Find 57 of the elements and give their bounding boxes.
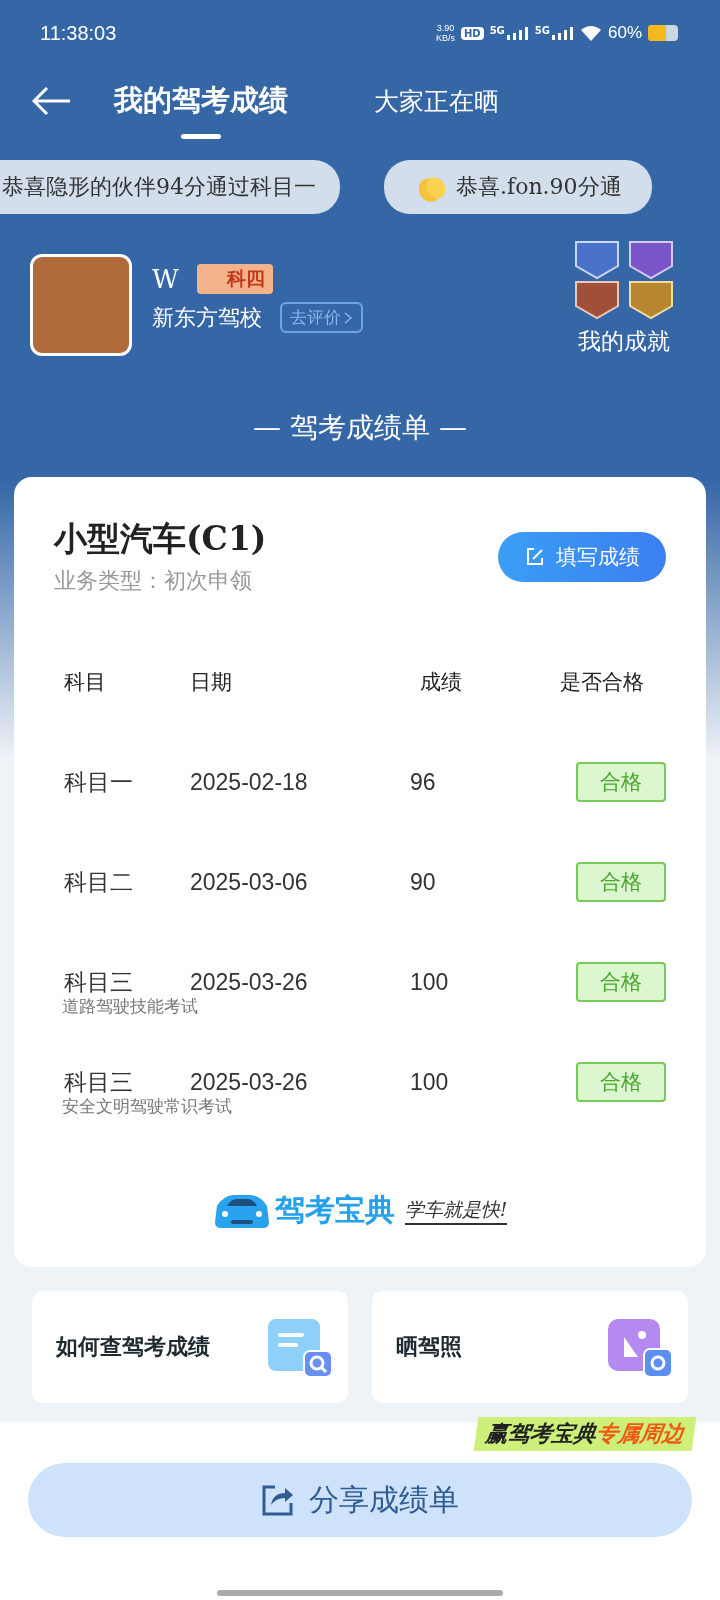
back-arrow-icon[interactable] [32, 86, 72, 116]
achievement-badges-icon[interactable] [572, 238, 676, 322]
brand-name: 驾考宝典 [274, 1191, 395, 1229]
exam-date: 2025-03-06 [190, 868, 309, 896]
column-header: 日期 [190, 669, 233, 696]
hd-badge: HD [460, 26, 484, 40]
shortcut-card[interactable]: 晒驾照 [372, 1291, 688, 1403]
school-name: 新东方驾校 [152, 303, 262, 332]
subject-name: 科目三 [64, 968, 133, 995]
fill-scores-button[interactable]: 填写成绩 [498, 531, 666, 582]
result-tag: 合格 [576, 1062, 666, 1102]
congrats-pill: 恭喜.fon.90分通 [384, 160, 652, 214]
achievements-label[interactable]: 我的成就 [578, 326, 670, 357]
exam-date: 2025-02-18 [190, 768, 309, 796]
battery-percent: 60% [607, 23, 642, 43]
exam-score: 100 [410, 1068, 450, 1096]
status-time: 11:38:03 [40, 21, 117, 45]
result-tag: 合格 [576, 962, 666, 1002]
subject-name: 科目三 [64, 1068, 133, 1095]
result-tag: 合格 [576, 862, 666, 902]
chevron-right-icon [343, 310, 353, 325]
vehicle-type: 小型汽车(C1) [54, 518, 267, 560]
avatar-placeholder[interactable] [30, 254, 132, 356]
user-name: W [152, 264, 179, 294]
wifi-icon [579, 25, 602, 41]
tab[interactable]: 大家正在晒 [374, 66, 499, 136]
tab[interactable]: 我的驾考成绩 [114, 63, 288, 139]
business-type: 业务类型：初次申领 [54, 567, 253, 595]
network-speed: 3.90 KB/s [435, 23, 455, 43]
exam-date: 2025-03-26 [190, 1068, 309, 1096]
subject-note: 道路驾驶技能考试 [62, 994, 198, 1018]
column-header: 成绩 [419, 669, 463, 696]
network-type: 5G [534, 25, 550, 36]
share-icon [261, 1483, 295, 1517]
column-header: 是否合格 [559, 669, 645, 696]
exam-score: 96 [410, 768, 437, 796]
subject-name: 科目一 [64, 768, 133, 795]
shortcut-card[interactable]: 如何查驾考成绩 [32, 1291, 348, 1403]
exam-score: 90 [410, 868, 437, 896]
subject-name: 科目二 [64, 868, 133, 895]
signal-icon [506, 26, 529, 40]
column-header: 科目 [63, 669, 107, 696]
exam-score: 100 [410, 968, 450, 996]
shortcut-label: 如何查驾考成绩 [56, 1333, 210, 1361]
congrats-pill: 恭喜隐形的伙伴94分通过科目一 [0, 160, 340, 214]
subject-note: 安全文明驾驶常识考试 [62, 1094, 232, 1118]
edit-icon [524, 545, 546, 568]
share-button[interactable]: 分享成绩单 [28, 1463, 692, 1537]
exam-date: 2025-03-26 [190, 968, 309, 996]
network-type: 5G [489, 25, 505, 36]
level-badge: 科四 [196, 264, 273, 294]
shortcut-label: 晒驾照 [396, 1333, 462, 1361]
brand-slogan: 学车就是快! [404, 1196, 508, 1225]
section-title: — 驾考成绩单 — [252, 410, 468, 446]
result-tag: 合格 [576, 762, 666, 802]
battery-icon [648, 25, 678, 41]
signal-icon [551, 26, 574, 40]
